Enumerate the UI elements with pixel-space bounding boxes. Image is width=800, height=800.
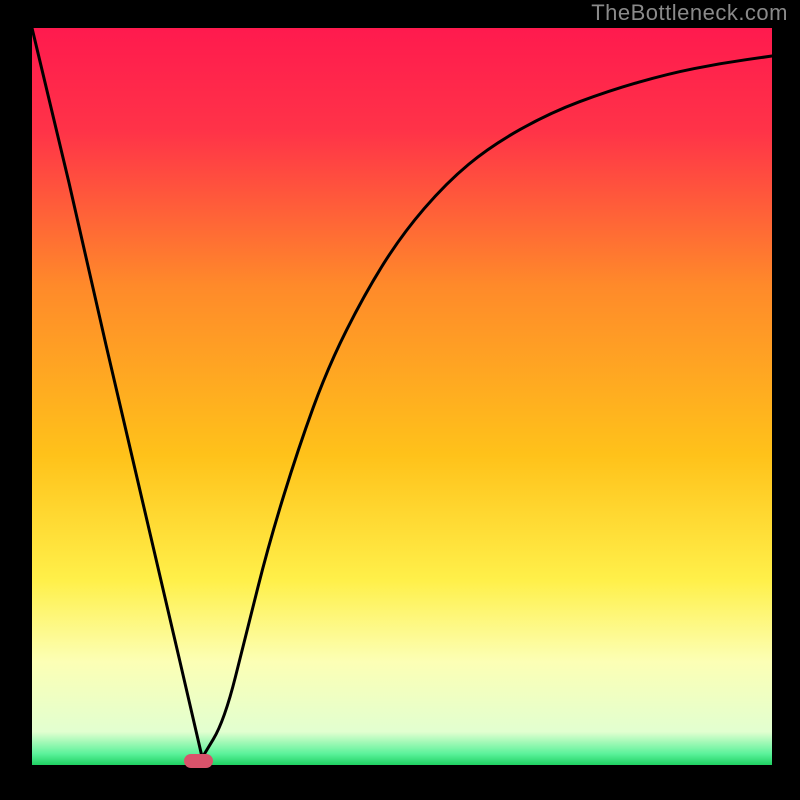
watermark-label: TheBottleneck.com bbox=[591, 0, 788, 26]
plot-area bbox=[32, 28, 772, 765]
curve-svg bbox=[32, 28, 772, 765]
minimum-marker bbox=[184, 754, 214, 768]
bottleneck-curve-path bbox=[32, 28, 772, 758]
chart-container: TheBottleneck.com bbox=[0, 0, 800, 800]
